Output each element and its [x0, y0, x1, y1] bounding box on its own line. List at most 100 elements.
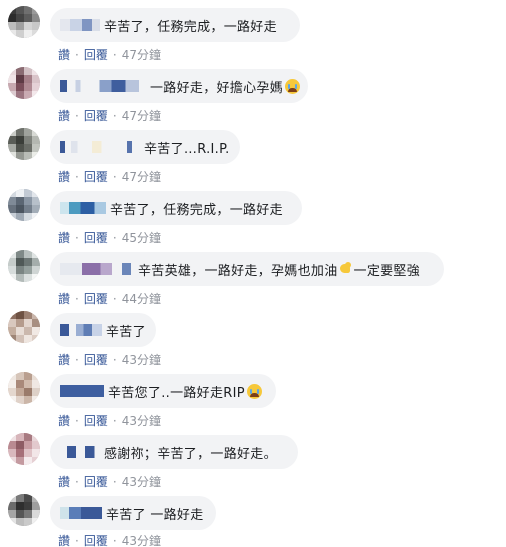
comment-actions: 讚 · 回覆 · 45分鐘	[58, 229, 161, 246]
reply-button[interactable]: 回覆	[84, 473, 108, 490]
comment-actions: 讚 · 回覆 · 43分鐘	[58, 473, 161, 490]
avatar[interactable]	[8, 433, 40, 465]
comment-actions: 讚 · 回覆 · 47分鐘	[58, 46, 161, 63]
reply-button[interactable]: 回覆	[84, 412, 108, 429]
comment-text: 辛苦了…R.I.P.	[144, 141, 230, 157]
separator-dot: ·	[112, 230, 117, 245]
comment-timestamp[interactable]: 44分鐘	[122, 290, 161, 307]
like-button[interactable]: 讚	[58, 532, 70, 547]
comment-text: 辛苦了，任務完成，一路好走	[104, 19, 277, 35]
separator-dot: ·	[112, 352, 117, 367]
avatar[interactable]	[8, 189, 40, 221]
comment: 辛苦了 一路好走 讚 · 回覆 · 43分鐘	[0, 490, 506, 547]
comment-text: 辛苦了 一路好走	[106, 507, 204, 523]
separator-dot: ·	[75, 230, 79, 245]
like-button[interactable]: 讚	[58, 473, 70, 490]
like-button[interactable]: 讚	[58, 107, 70, 124]
reply-button[interactable]: 回覆	[84, 107, 108, 124]
commenter-name[interactable]	[60, 80, 146, 92]
separator-dot: ·	[112, 169, 117, 184]
commenter-name[interactable]	[60, 202, 106, 214]
comment-timestamp[interactable]: 43分鐘	[122, 412, 161, 429]
like-button[interactable]: 讚	[58, 351, 70, 368]
like-button[interactable]: 讚	[58, 229, 70, 246]
commenter-name[interactable]	[60, 19, 100, 31]
comment-bubble: 辛苦了 一路好走	[50, 496, 216, 530]
comment: 一路好走，好擔心孕媽 讚 · 回覆 · 47分鐘	[0, 63, 506, 124]
separator-dot: ·	[112, 533, 117, 547]
comment-bubble: 一路好走，好擔心孕媽	[50, 69, 308, 103]
reply-button[interactable]: 回覆	[84, 229, 108, 246]
reply-button[interactable]: 回覆	[84, 168, 108, 185]
avatar[interactable]	[8, 311, 40, 343]
comment-bubble: 辛苦了…R.I.P.	[50, 130, 240, 164]
comment-timestamp[interactable]: 43分鐘	[122, 351, 161, 368]
reply-button[interactable]: 回覆	[84, 290, 108, 307]
comment-bubble: 辛苦英雄，一路好走，孕媽也加油 一定要堅強	[50, 252, 444, 286]
separator-dot: ·	[75, 47, 79, 62]
avatar[interactable]	[8, 6, 40, 38]
comment-bubble: 辛苦您了..一路好走RIP	[50, 374, 276, 408]
comment-actions: 讚 · 回覆 · 44分鐘	[58, 290, 161, 307]
comment-timestamp[interactable]: 43分鐘	[122, 473, 161, 490]
crying-face-icon	[246, 383, 262, 399]
comment-timestamp[interactable]: 45分鐘	[122, 229, 161, 246]
commenter-name[interactable]	[60, 446, 100, 458]
reply-button[interactable]: 回覆	[84, 46, 108, 63]
like-button[interactable]: 讚	[58, 46, 70, 63]
separator-dot: ·	[112, 47, 117, 62]
separator-dot: ·	[75, 533, 79, 547]
like-button[interactable]: 讚	[58, 412, 70, 429]
comment-actions: 讚 · 回覆 · 47分鐘	[58, 107, 161, 124]
separator-dot: ·	[112, 108, 117, 123]
comment-actions: 讚 · 回覆 · 43分鐘	[58, 351, 161, 368]
crying-face-icon	[285, 78, 301, 94]
comment-actions: 讚 · 回覆 · 47分鐘	[58, 168, 161, 185]
comment-bubble: 辛苦了，任務完成，一路好走	[50, 191, 302, 225]
comment: 辛苦了，任務完成，一路好走 讚 · 回覆 · 47分鐘	[0, 2, 506, 63]
comment: 辛苦了 讚 · 回覆 · 43分鐘	[0, 307, 506, 368]
commenter-name[interactable]	[60, 141, 140, 153]
separator-dot: ·	[75, 108, 79, 123]
avatar[interactable]	[8, 128, 40, 160]
comment: 辛苦您了..一路好走RIP 讚 · 回覆 · 43分鐘	[0, 368, 506, 429]
like-button[interactable]: 讚	[58, 168, 70, 185]
comment-timestamp[interactable]: 43分鐘	[122, 532, 161, 547]
reply-button[interactable]: 回覆	[84, 532, 108, 547]
avatar[interactable]	[8, 372, 40, 404]
separator-dot: ·	[75, 413, 79, 428]
avatar[interactable]	[8, 494, 40, 526]
comment-timestamp[interactable]: 47分鐘	[122, 107, 161, 124]
comment-text: 感謝祢；辛苦了，一路好走。	[104, 446, 277, 462]
comment: 辛苦了…R.I.P. 讚 · 回覆 · 47分鐘	[0, 124, 506, 185]
comment-text: 辛苦了，任務完成，一路好走	[110, 202, 283, 218]
comment-text: 一路好走，好擔心孕媽	[150, 80, 284, 96]
separator-dot: ·	[75, 169, 79, 184]
comment: 感謝祢；辛苦了，一路好走。 讚 · 回覆 · 43分鐘	[0, 429, 506, 490]
commenter-name[interactable]	[60, 385, 104, 397]
separator-dot: ·	[75, 474, 79, 489]
commenter-name[interactable]	[60, 507, 102, 519]
avatar[interactable]	[8, 250, 40, 282]
comment-timestamp[interactable]: 47分鐘	[122, 168, 161, 185]
like-button[interactable]: 讚	[58, 290, 70, 307]
separator-dot: ·	[112, 291, 117, 306]
comment-feed: 辛苦了，任務完成，一路好走 讚 · 回覆 · 47分鐘 一路好走，好擔心孕媽 讚…	[0, 0, 506, 547]
comment-bubble: 感謝祢；辛苦了，一路好走。	[50, 435, 298, 469]
comment-text: 辛苦了	[106, 324, 146, 340]
separator-dot: ·	[112, 474, 117, 489]
comment-text-continued: 一定要堅強	[353, 263, 421, 279]
flexed-biceps-icon	[339, 262, 353, 276]
avatar[interactable]	[8, 67, 40, 99]
commenter-name[interactable]	[60, 324, 102, 336]
separator-dot: ·	[75, 352, 79, 367]
separator-dot: ·	[112, 413, 117, 428]
comment-text: 辛苦英雄，一路好走，孕媽也加油	[138, 263, 338, 279]
commenter-name[interactable]	[60, 263, 134, 275]
comment-timestamp[interactable]: 47分鐘	[122, 46, 161, 63]
separator-dot: ·	[75, 291, 79, 306]
comment-text: 辛苦您了..一路好走RIP	[108, 385, 245, 401]
reply-button[interactable]: 回覆	[84, 351, 108, 368]
comment-bubble: 辛苦了，任務完成，一路好走	[50, 8, 300, 42]
comment-actions: 讚 · 回覆 · 43分鐘	[58, 412, 161, 429]
